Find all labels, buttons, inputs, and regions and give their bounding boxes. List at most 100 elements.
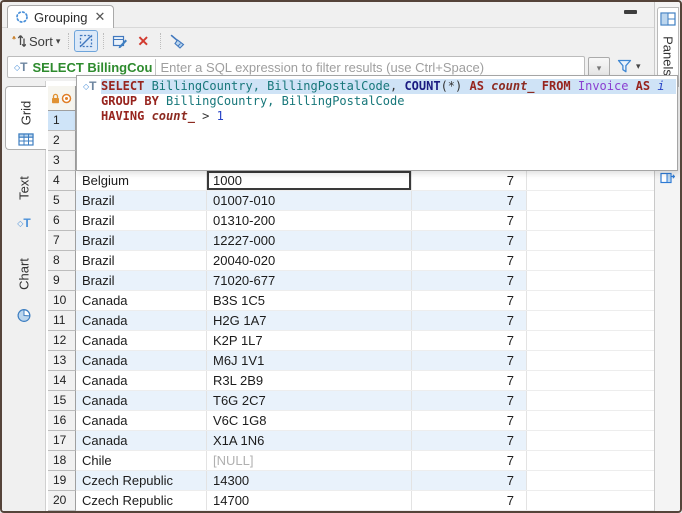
table-row[interactable]: CanadaV6C 1G87 [76,411,654,431]
cell[interactable]: 7 [412,411,527,430]
cell[interactable]: Brazil [76,251,207,270]
cell[interactable]: K2P 1L7 [207,331,412,350]
cell[interactable]: 7 [412,391,527,410]
row-number-cell[interactable]: 16 [48,411,76,431]
table-row[interactable]: Czech Republic147007 [76,491,654,511]
cell[interactable]: X1A 1N6 [207,431,412,450]
filter-history-dropdown[interactable]: ▾ [588,57,610,77]
cell[interactable]: 7 [412,471,527,490]
row-number-cell[interactable]: 10 [48,291,76,311]
cell[interactable]: 12227-000 [207,231,412,250]
row-number-cell[interactable]: 19 [48,471,76,491]
row-number-cell[interactable]: 6 [48,211,76,231]
table-row[interactable]: CanadaB3S 1C57 [76,291,654,311]
table-row[interactable]: CanadaT6G 2C77 [76,391,654,411]
cell[interactable]: 7 [412,491,527,510]
table-row[interactable]: CanadaH2G 1A77 [76,311,654,331]
row-number-cell[interactable]: 18 [48,451,76,471]
row-number-cell[interactable]: 2 [48,131,76,151]
cell[interactable]: Canada [76,331,207,350]
row-number-cell[interactable]: 5 [48,191,76,211]
clear-grouping-button[interactable] [166,32,189,51]
cell[interactable]: M6J 1V1 [207,351,412,370]
cell[interactable]: T6G 2C7 [207,391,412,410]
cell[interactable]: 7 [412,191,527,210]
cell[interactable]: V6C 1G8 [207,411,412,430]
cell[interactable]: Canada [76,291,207,310]
cell[interactable]: Canada [76,311,207,330]
table-row[interactable]: Brazil71020-6777 [76,271,654,291]
row-number-cell[interactable]: 13 [48,351,76,371]
table-row[interactable]: Chile[NULL]7 [76,451,654,471]
table-row[interactable]: CanadaX1A 1N67 [76,431,654,451]
close-icon[interactable]: ✕ [92,9,105,25]
cell[interactable]: Brazil [76,231,207,250]
cell[interactable]: 7 [412,231,527,250]
cell[interactable]: 14300 [207,471,412,490]
row-number-cell[interactable]: 8 [48,251,76,271]
row-number-cell[interactable]: 9 [48,271,76,291]
show-duplicates-toggle[interactable] [74,30,98,52]
cell[interactable]: [NULL] [207,451,412,470]
cell[interactable]: 7 [412,211,527,230]
cell[interactable]: R3L 2B9 [207,371,412,390]
cell[interactable]: 7 [412,311,527,330]
row-number-cell[interactable]: 12 [48,331,76,351]
tab-chart-view[interactable]: Chart [4,240,44,326]
select-all-corner-cell[interactable] [48,86,76,111]
cell[interactable]: 01310-200 [207,211,412,230]
open-panel-button[interactable] [660,172,675,184]
cell[interactable]: H2G 1A7 [207,311,412,330]
table-row[interactable]: Brazil20040-0207 [76,251,654,271]
cell[interactable]: Canada [76,391,207,410]
apply-filter-button[interactable]: ▾ [615,57,643,76]
cell[interactable]: Canada [76,371,207,390]
table-row[interactable]: Brazil12227-0007 [76,231,654,251]
tab-text-view[interactable]: Text ◇T [4,158,44,232]
table-row[interactable]: CanadaM6J 1V17 [76,351,654,371]
row-number-cell[interactable]: 11 [48,311,76,331]
cell[interactable]: Brazil [76,191,207,210]
row-number-cell[interactable]: 17 [48,431,76,451]
delete-grouping-button[interactable]: ✕ [131,31,155,52]
cell[interactable]: 14700 [207,491,412,510]
row-number-cell[interactable]: 20 [48,491,76,511]
sort-button[interactable]: Sort ▾ [8,32,63,51]
cell[interactable]: Canada [76,431,207,450]
tab-grouping[interactable]: Grouping ✕ [7,5,114,28]
table-row[interactable]: CanadaR3L 2B97 [76,371,654,391]
cell[interactable]: 7 [412,371,527,390]
cell[interactable]: 20040-020 [207,251,412,270]
table-row[interactable]: Belgium10007 [76,171,654,191]
cell[interactable]: 1000 [207,171,412,190]
table-row[interactable]: CanadaK2P 1L77 [76,331,654,351]
table-row[interactable]: Brazil01007-0107 [76,191,654,211]
cell[interactable]: Czech Republic [76,471,207,490]
cell[interactable]: 71020-677 [207,271,412,290]
tab-grid-view[interactable]: Grid [5,86,46,150]
cell[interactable]: Czech Republic [76,491,207,510]
cell[interactable]: B3S 1C5 [207,291,412,310]
cell[interactable]: 7 [412,171,527,190]
cell[interactable]: 01007-010 [207,191,412,210]
row-number-cell[interactable]: 7 [48,231,76,251]
cell[interactable]: Belgium [76,171,207,190]
cell[interactable]: Brazil [76,271,207,290]
cell[interactable]: 7 [412,451,527,470]
cell[interactable]: Brazil [76,211,207,230]
cell[interactable]: 7 [412,351,527,370]
cell[interactable]: 7 [412,291,527,310]
cell[interactable]: 7 [412,271,527,290]
table-row[interactable]: Czech Republic143007 [76,471,654,491]
cell[interactable]: 7 [412,251,527,270]
row-number-cell[interactable]: 3 [48,151,76,171]
row-number-cell[interactable]: 15 [48,391,76,411]
cell[interactable]: Canada [76,351,207,370]
minimize-icon[interactable] [624,10,637,14]
table-row[interactable]: Brazil01310-2007 [76,211,654,231]
row-number-cell[interactable]: 4 [48,171,76,191]
cell[interactable]: Canada [76,411,207,430]
edit-grouping-button[interactable] [109,32,131,51]
cell[interactable]: Chile [76,451,207,470]
cell[interactable]: 7 [412,431,527,450]
